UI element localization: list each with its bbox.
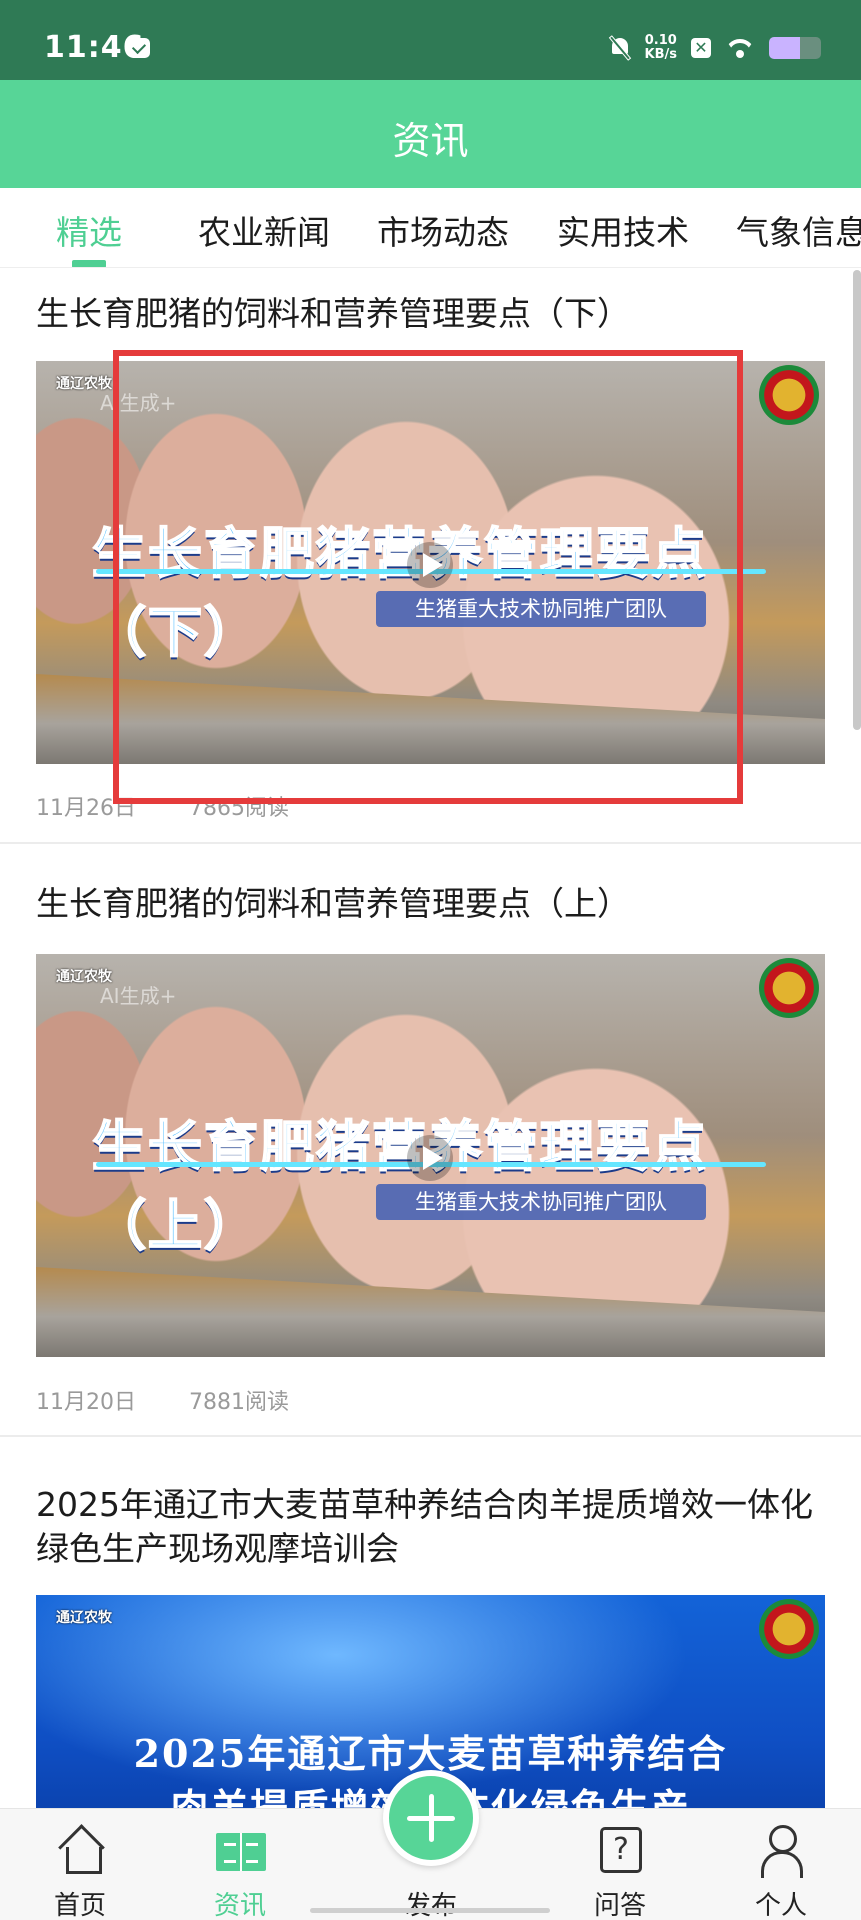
article-date: 11月26日	[36, 796, 136, 821]
article-card[interactable]: 生长育肥猪的饲料和营养管理要点（上） 通辽农牧 AI生成+ 生长育肥猪营养管理要…	[0, 844, 861, 1437]
article-title[interactable]: 生长育肥猪的饲料和营养管理要点（下）	[36, 292, 825, 336]
news-icon-spine	[240, 1833, 242, 1871]
article-thumbnail[interactable]: 通辽农牧 AI生成+ 生长育肥猪营养管理要点（下） 生猪重大技术协同推广团队	[36, 361, 825, 764]
scrollbar[interactable]	[853, 270, 861, 730]
tab-indicator	[72, 260, 106, 267]
article-title[interactable]: 生长育肥猪的饲料和营养管理要点（上）	[36, 882, 825, 926]
article-card[interactable]: 2025年通辽市大麦苗草种养结合肉羊提质增效一体化绿色生产现场观摩培训会 通辽农…	[0, 1437, 861, 1808]
tab-market[interactable]: 市场动态	[377, 206, 509, 254]
tab-tech[interactable]: 实用技术	[557, 206, 689, 254]
nav-publish-label: 发布	[404, 1891, 457, 1920]
status-bar: 11:46 0.10 KB/s ✕	[0, 0, 861, 80]
play-icon[interactable]	[407, 542, 453, 588]
org-logo-icon	[759, 365, 819, 425]
thumbnail-trough	[36, 1267, 825, 1357]
home-icon	[60, 1827, 102, 1874]
nav-news[interactable]: 资讯	[170, 1809, 310, 1920]
thumbnail-trough	[36, 674, 825, 764]
tab-agri-news[interactable]: 农业新闻	[198, 206, 330, 254]
status-icons: 0.10 KB/s ✕	[609, 30, 821, 66]
close-box-icon: ✕	[691, 38, 711, 58]
thumbnail-source: 通辽农牧	[56, 1610, 112, 1626]
article-card[interactable]: 生长育肥猪的饲料和营养管理要点（下） 通辽农牧 AI生成+ 生长育肥猪营养管理要…	[0, 268, 861, 844]
org-logo-icon	[759, 958, 819, 1018]
tab-featured[interactable]: 精选	[56, 206, 122, 254]
message-notification-icon	[128, 38, 150, 58]
thumbnail-subtitle: 生猪重大技术协同推广团队	[376, 1184, 706, 1220]
article-date: 11月20日	[36, 1390, 136, 1415]
article-meta: 11月20日 7881阅读	[36, 1384, 335, 1416]
org-logo-icon	[759, 1599, 819, 1659]
thumbnail-watermark: AI生成+	[100, 391, 177, 415]
wifi-icon	[725, 37, 755, 59]
publish-plus-button[interactable]	[383, 1770, 479, 1866]
nav-qa[interactable]: ? 问答	[550, 1809, 690, 1920]
thumbnail-watermark: AI生成+	[100, 984, 177, 1008]
thumbnail-subtitle: 生猪重大技术协同推广团队	[376, 591, 706, 627]
network-speed-value: 0.10	[644, 33, 677, 48]
nav-profile[interactable]: 个人	[711, 1809, 851, 1920]
category-tabs: 精选 农业新闻 市场动态 实用技术 气象信息	[0, 188, 861, 268]
tab-weather[interactable]: 气象信息	[736, 206, 861, 254]
nav-news-label: 资讯	[213, 1891, 266, 1920]
article-reads: 7865阅读	[189, 796, 289, 821]
thumbnail-overlay-title: 生长育肥猪营养管理要点（上）	[91, 1114, 708, 1258]
page-title: 资讯	[392, 119, 469, 163]
play-icon[interactable]	[407, 1135, 453, 1181]
user-icon	[759, 1825, 805, 1878]
article-title[interactable]: 2025年通辽市大麦苗草种养结合肉羊提质增效一体化绿色生产现场观摩培训会	[36, 1483, 825, 1571]
article-meta: 11月26日 7865阅读	[36, 790, 335, 822]
question-icon: ?	[600, 1827, 642, 1873]
nav-home[interactable]: 首页	[10, 1809, 150, 1920]
home-indicator[interactable]	[310, 1908, 550, 1913]
mute-icon	[609, 36, 631, 60]
network-speed: 0.10 KB/s	[645, 34, 677, 62]
thumbnail-overlay-title: 生长育肥猪营养管理要点（下）	[91, 521, 708, 665]
article-reads: 7881阅读	[189, 1390, 289, 1415]
nav-profile-label: 个人	[754, 1891, 807, 1920]
battery-icon	[769, 37, 821, 59]
network-speed-unit: KB/s	[644, 47, 677, 62]
app-header: 资讯	[0, 80, 861, 188]
nav-qa-label: 问答	[593, 1891, 646, 1920]
article-feed[interactable]: 生长育肥猪的饲料和营养管理要点（下） 通辽农牧 AI生成+ 生长育肥猪营养管理要…	[0, 268, 861, 1808]
article-thumbnail[interactable]: 通辽农牧 AI生成+ 生长育肥猪营养管理要点（上） 生猪重大技术协同推广团队	[36, 954, 825, 1357]
nav-home-label: 首页	[53, 1891, 106, 1920]
